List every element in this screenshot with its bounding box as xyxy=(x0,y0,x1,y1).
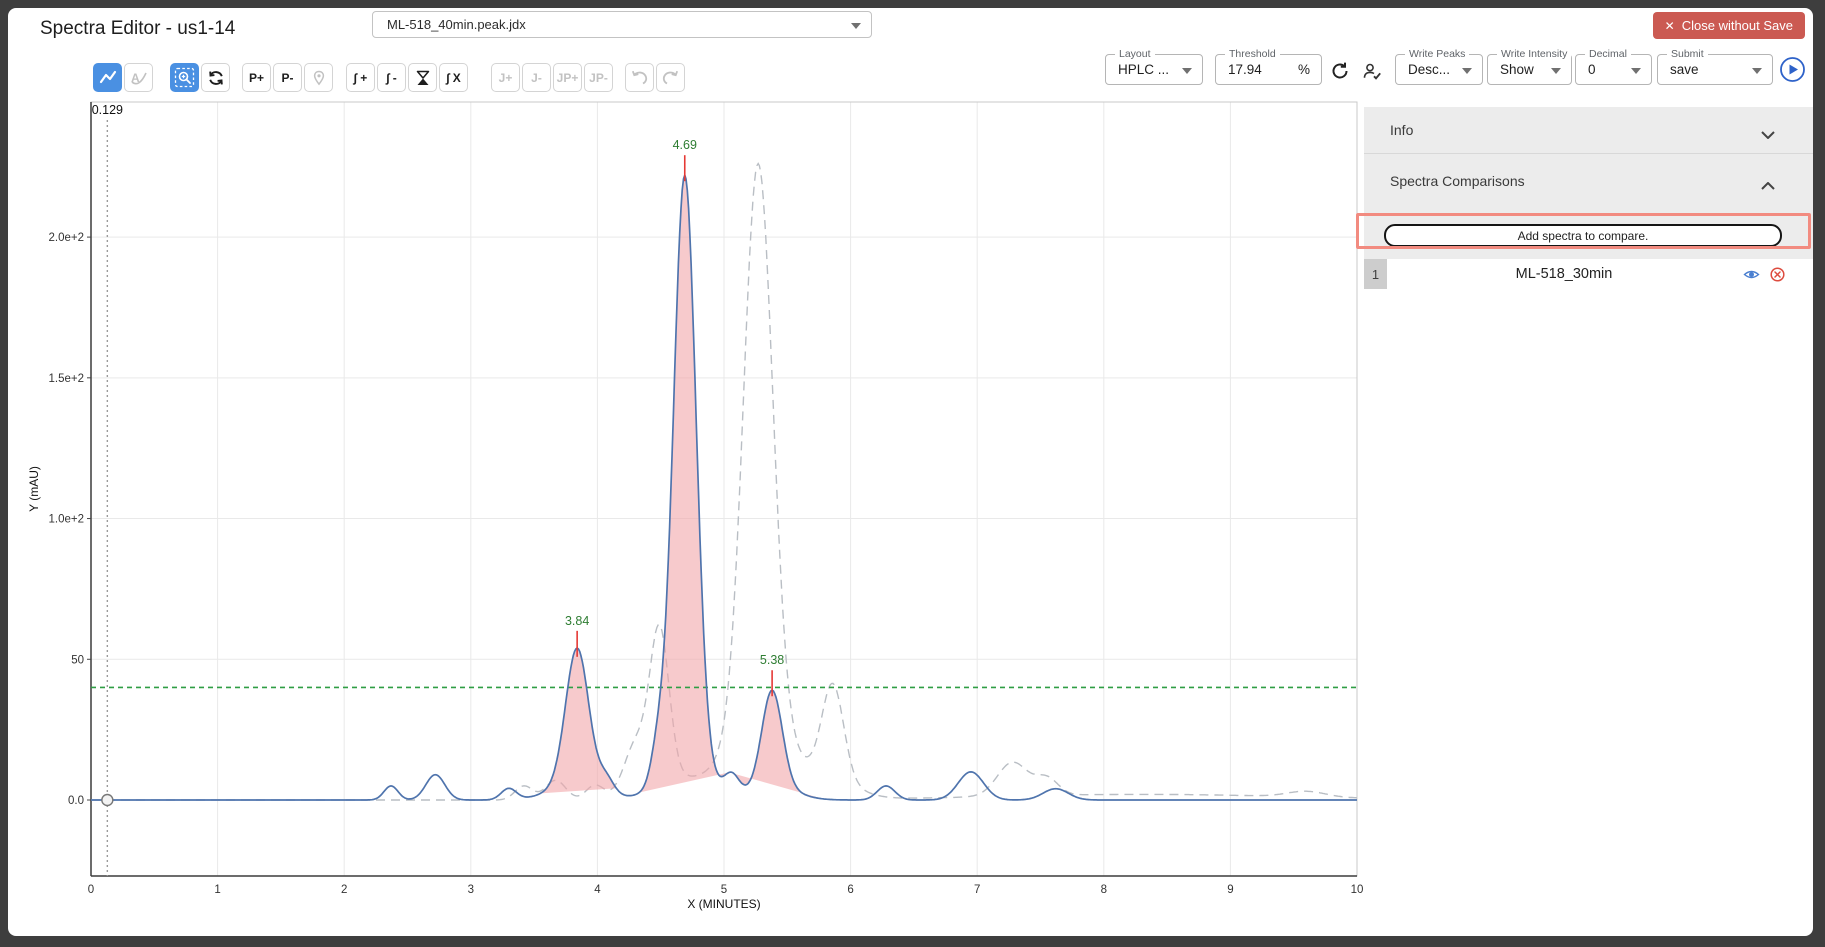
chevron-down-icon xyxy=(1752,68,1762,74)
write-peaks-select[interactable]: Write Peaks Desc... xyxy=(1395,54,1483,85)
chevron-down-icon xyxy=(1551,68,1561,74)
info-section-label: Info xyxy=(1390,107,1413,153)
x-axis-title: X (MINUTES) xyxy=(687,897,760,911)
x-tick-label: 7 xyxy=(974,884,980,896)
y-axis-title: Y (mAU) xyxy=(27,466,41,512)
spectra-editor-window: Spectra Editor - us1-14 ML-518_40min.pea… xyxy=(8,8,1813,936)
submit-value: save xyxy=(1670,55,1699,84)
cursor-handle[interactable] xyxy=(102,795,113,806)
x-tick-label: 10 xyxy=(1351,884,1364,896)
integration-fill xyxy=(540,648,616,793)
y-tick-label: 1.0e+2 xyxy=(49,514,85,526)
comparison-index: 1 xyxy=(1364,259,1387,289)
chevron-down-icon xyxy=(1631,68,1641,74)
write-intensity-value: Show xyxy=(1500,55,1534,84)
spectra-comparisons-body: Add spectra to compare. xyxy=(1364,207,1813,259)
x-tick-label: 6 xyxy=(847,884,853,896)
x-tick-label: 8 xyxy=(1101,884,1107,896)
remove-comparison-button[interactable] xyxy=(1768,265,1787,284)
comparison-name: ML-518_30min xyxy=(1387,266,1741,282)
integration-fill xyxy=(639,175,730,792)
y-tick-label: 2.0e+2 xyxy=(49,232,85,244)
info-section-header[interactable]: Info xyxy=(1364,107,1813,153)
close-without-save-button[interactable]: ✕ Close without Save xyxy=(1653,12,1805,39)
chevron-down-icon xyxy=(1462,68,1472,74)
write-intensity-select[interactable]: Write Intensity Show xyxy=(1487,54,1572,85)
add-spectra-button[interactable]: Add spectra to compare. xyxy=(1384,224,1782,247)
decimal-select[interactable]: Decimal 0 xyxy=(1575,54,1652,85)
close-icon: ✕ xyxy=(1665,19,1675,33)
x-tick-label: 4 xyxy=(594,884,601,896)
y-tick-label: 50 xyxy=(71,654,84,666)
y-tick-label: 1.5e+2 xyxy=(49,373,85,385)
submit-select[interactable]: Submit save xyxy=(1657,54,1773,85)
run-submit-button[interactable] xyxy=(1778,55,1807,84)
comparison-row: 1ML-518_30min xyxy=(1364,259,1813,289)
x-tick-label: 2 xyxy=(341,884,347,896)
x-tick-label: 0 xyxy=(88,884,94,896)
chromatogram-chart[interactable]: 0.129 0.0 50 1.0e+2 1.5e+2 2.0e+2 0 1 2 3 4 5 6 7 8 9 10… xyxy=(8,8,1368,936)
x-tick-label: 1 xyxy=(214,884,220,896)
eye-icon xyxy=(1743,268,1760,281)
chevron-up-icon xyxy=(1761,177,1775,195)
chevron-down-icon xyxy=(1761,126,1775,144)
decimal-value: 0 xyxy=(1588,55,1596,84)
close-button-label: Close without Save xyxy=(1682,18,1793,33)
peak-label: 4.69 xyxy=(673,138,697,152)
peak-label: 3.84 xyxy=(565,614,589,628)
x-tick-label: 3 xyxy=(468,884,474,896)
play-circle-icon xyxy=(1779,56,1806,83)
comparison-list: 1ML-518_30min xyxy=(1364,259,1813,289)
side-panel: Info Spectra Comparisons Add spectra to … xyxy=(1364,107,1813,289)
cursor-label: 0.129 xyxy=(92,103,123,117)
write-peaks-value: Desc... xyxy=(1408,55,1450,84)
spectra-comparisons-label: Spectra Comparisons xyxy=(1390,154,1525,208)
circle-x-icon xyxy=(1770,267,1785,282)
x-tick-label: 5 xyxy=(721,884,727,896)
y-tick-label: 0.0 xyxy=(68,795,84,807)
x-tick-label: 9 xyxy=(1227,884,1233,896)
spectra-comparisons-header[interactable]: Spectra Comparisons xyxy=(1364,153,1813,207)
toggle-visibility-button[interactable] xyxy=(1741,266,1762,283)
peak-label: 5.38 xyxy=(760,653,784,667)
